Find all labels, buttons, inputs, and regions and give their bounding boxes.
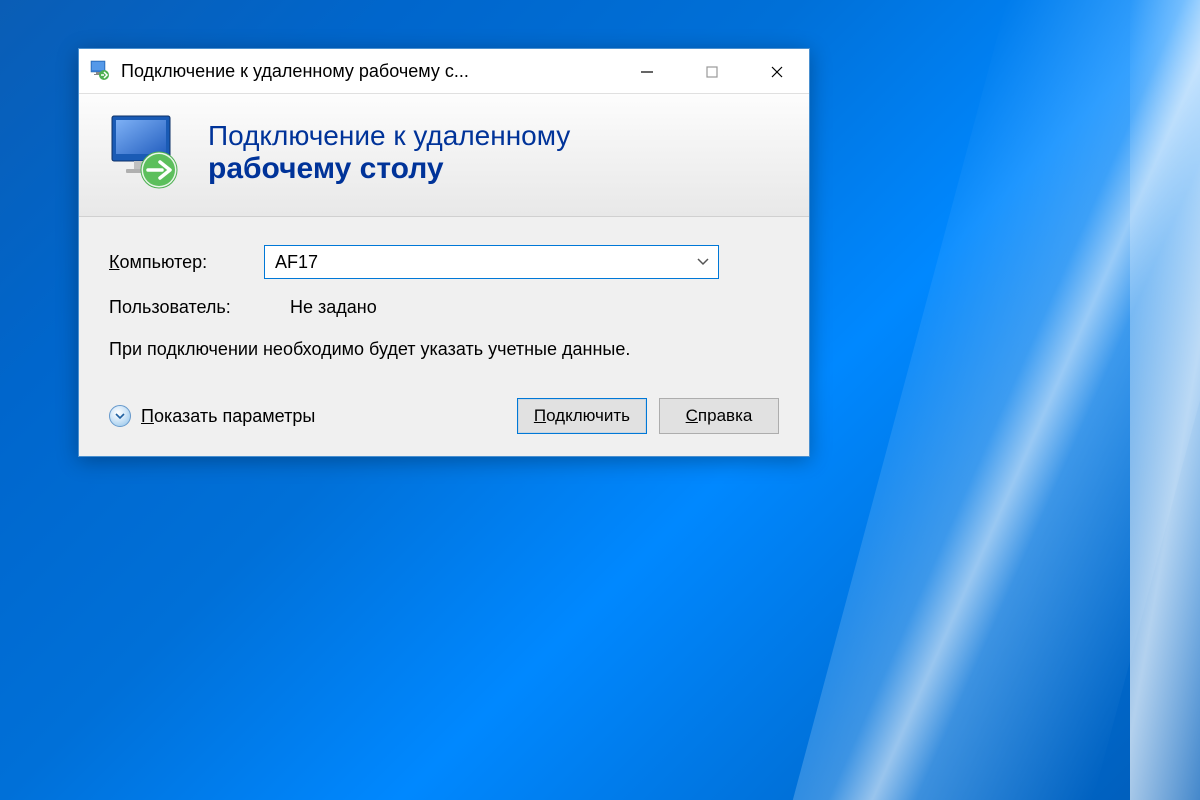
chevron-down-icon[interactable] (688, 246, 718, 278)
user-label: Пользователь: (109, 297, 264, 318)
computer-combobox[interactable] (264, 245, 719, 279)
help-button[interactable]: Справка (659, 398, 779, 434)
credentials-info-text: При подключении необходимо будет указать… (109, 336, 779, 362)
desktop-light-effect-2 (1130, 0, 1200, 800)
show-options-toggle[interactable]: Показать параметры (109, 405, 505, 427)
banner-title-line1: Подключение к удаленному (208, 120, 784, 152)
rdp-banner-icon (104, 112, 186, 194)
rdp-dialog-window: Подключение к удаленному рабочему с... (78, 48, 810, 457)
banner-text: Подключение к удаленному рабочему столу (208, 120, 784, 186)
user-row: Пользователь: Не задано (109, 297, 779, 318)
banner-title-line2: рабочему столу (208, 152, 784, 186)
titlebar[interactable]: Подключение к удаленному рабочему с... (79, 49, 809, 94)
window-title: Подключение к удаленному рабочему с... (121, 61, 614, 82)
computer-input[interactable] (265, 247, 688, 278)
minimize-button[interactable] (614, 49, 679, 94)
rdp-app-icon (89, 60, 111, 82)
show-options-label: Показать параметры (141, 406, 315, 427)
window-controls (614, 49, 809, 93)
computer-label: Компьютер: (109, 252, 264, 273)
close-button[interactable] (744, 49, 809, 94)
dialog-footer: Показать параметры Подключить Справка (109, 392, 779, 434)
maximize-button[interactable] (679, 49, 744, 94)
dialog-banner: Подключение к удаленному рабочему столу (79, 94, 809, 217)
computer-row: Компьютер: (109, 245, 779, 279)
connect-button[interactable]: Подключить (517, 398, 647, 434)
expand-down-icon (109, 405, 131, 427)
dialog-body: Компьютер: Пользователь: Не задано При п… (79, 217, 809, 456)
user-value: Не задано (290, 297, 377, 318)
